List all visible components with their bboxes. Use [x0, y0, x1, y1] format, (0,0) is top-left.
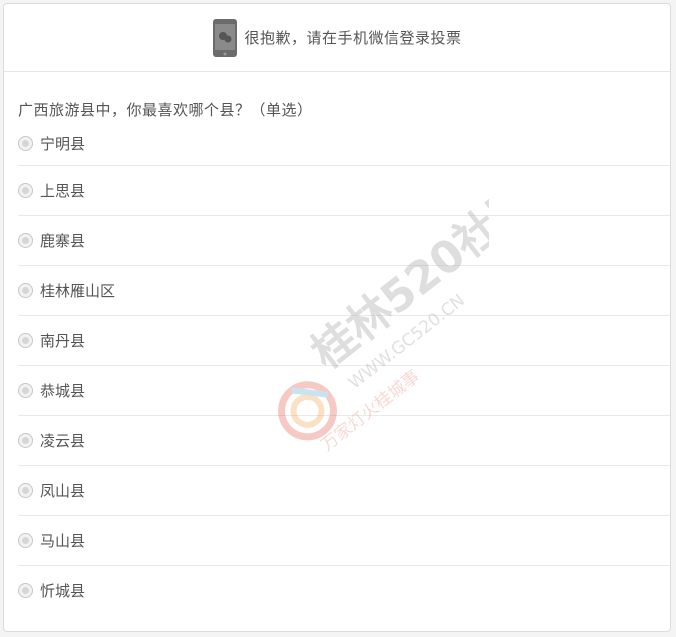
option-label: 鹿寨县 [40, 232, 86, 250]
option-item[interactable]: 桂林雁山区 [18, 266, 670, 316]
radio-button[interactable] [18, 135, 33, 151]
option-label: 马山县 [40, 532, 86, 550]
vote-card: 很抱歉，请在手机微信登录投票 广西旅游县中，你最喜欢哪个县？（单选） 宁明县 上… [3, 3, 671, 632]
radio-button[interactable] [18, 333, 33, 348]
login-notice: 很抱歉，请在手机微信登录投票 [4, 4, 670, 72]
radio-button[interactable] [18, 583, 33, 598]
option-label: 宁明县 [40, 134, 86, 153]
option-item[interactable]: 凌云县 [18, 416, 670, 466]
radio-button[interactable] [18, 483, 33, 498]
radio-button[interactable] [18, 233, 33, 248]
option-label: 南丹县 [40, 332, 86, 350]
option-item[interactable]: 恭城县 [18, 366, 670, 416]
radio-button[interactable] [18, 433, 33, 448]
option-label: 上思县 [40, 182, 86, 200]
option-item[interactable]: 宁明县 [18, 121, 670, 166]
question-title: 广西旅游县中，你最喜欢哪个县？（单选） [18, 101, 313, 119]
wechat-phone-icon [212, 18, 238, 58]
option-list: 宁明县 上思县 鹿寨县 桂林雁山区 南丹县 恭城县 凌云县 凤山县 马山县 忻城… [4, 121, 670, 615]
option-label: 凌云县 [40, 432, 86, 450]
option-item[interactable]: 马山县 [18, 516, 670, 566]
option-label: 凤山县 [40, 482, 86, 500]
option-item[interactable]: 凤山县 [18, 466, 670, 516]
radio-button[interactable] [18, 283, 33, 298]
option-label: 恭城县 [40, 382, 86, 400]
option-item[interactable]: 上思县 [18, 166, 670, 216]
option-label: 忻城县 [40, 582, 86, 600]
option-item[interactable]: 南丹县 [18, 316, 670, 366]
radio-button[interactable] [18, 533, 33, 548]
option-item[interactable]: 忻城县 [18, 566, 670, 615]
radio-button[interactable] [18, 183, 33, 198]
radio-button[interactable] [18, 383, 33, 398]
login-notice-text: 很抱歉，请在手机微信登录投票 [244, 29, 462, 47]
option-item[interactable]: 鹿寨县 [18, 216, 670, 266]
option-label: 桂林雁山区 [40, 282, 116, 300]
